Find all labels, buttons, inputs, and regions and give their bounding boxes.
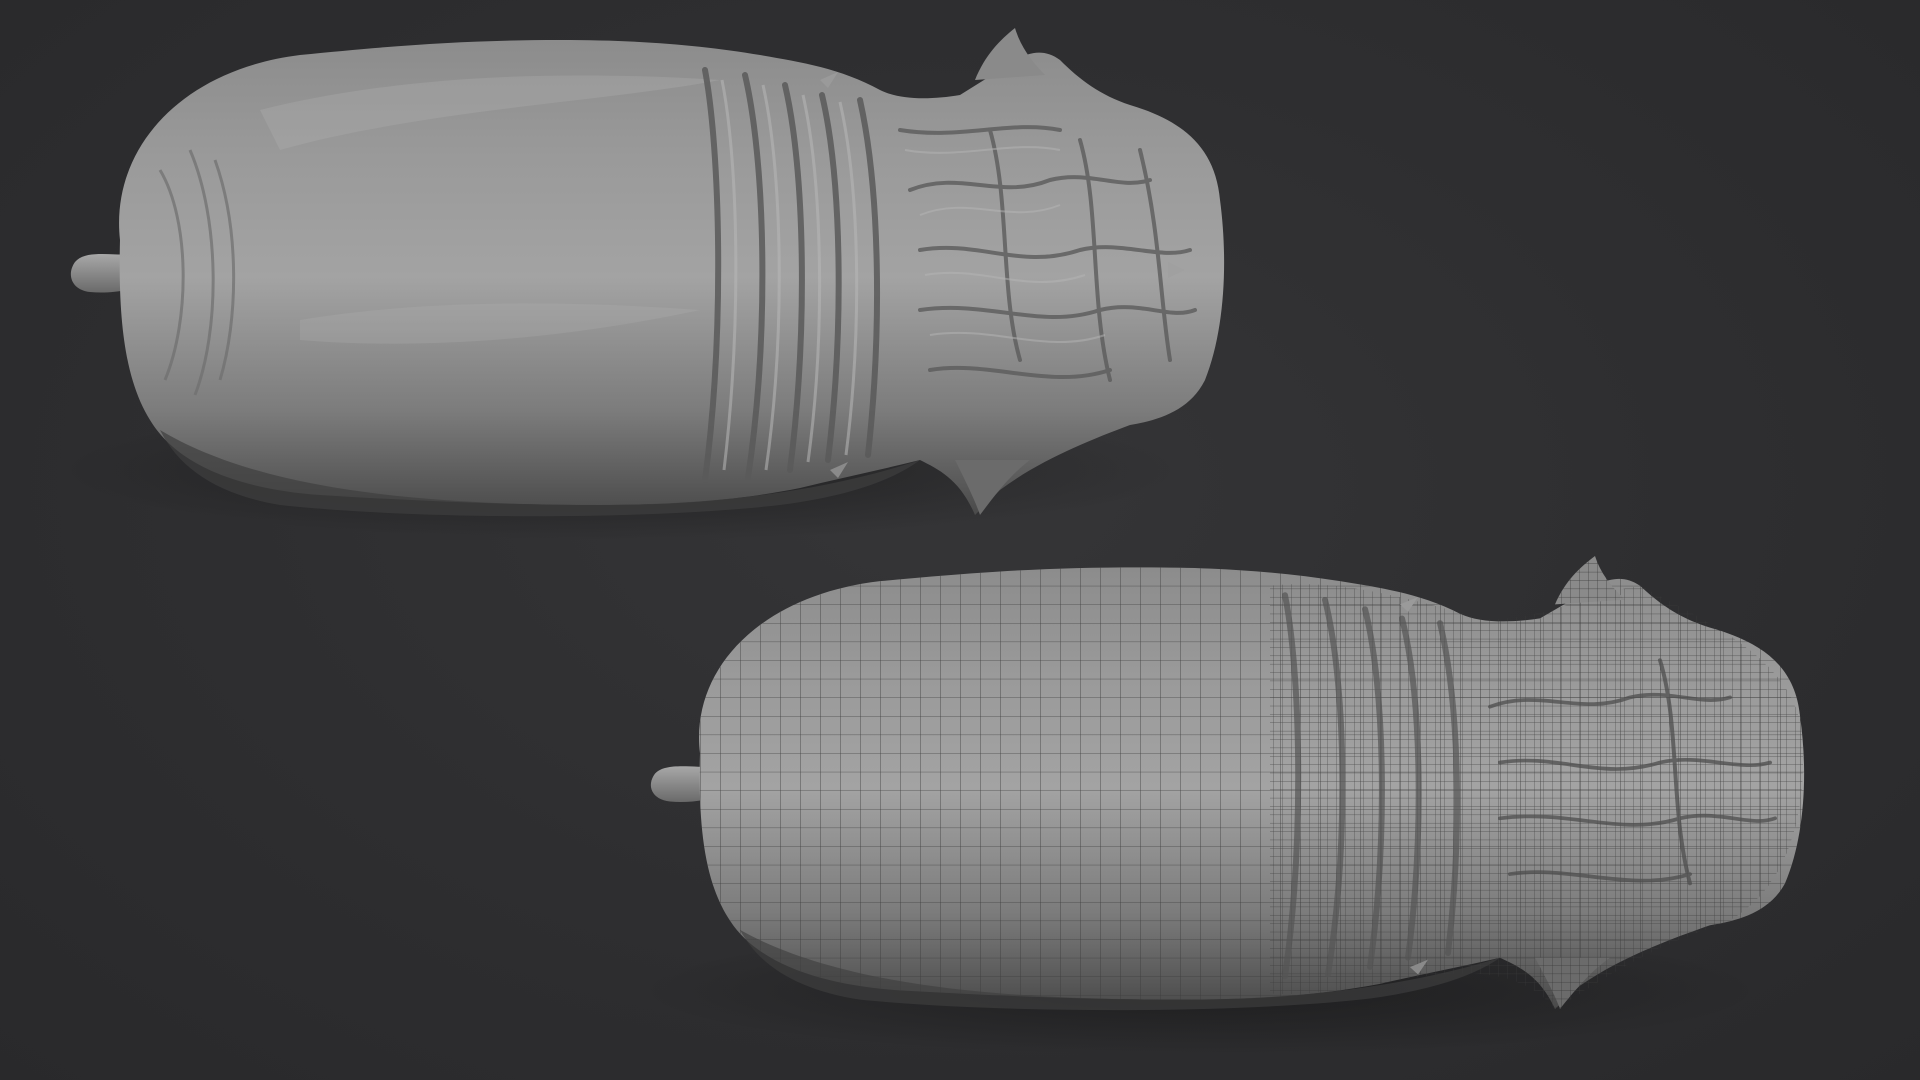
sculpt-smooth — [60, 28, 1225, 540]
viewport-render — [60, 28, 1805, 1056]
sculpt-wireframe — [640, 556, 1805, 1056]
3d-viewport[interactable] — [0, 0, 1920, 1080]
